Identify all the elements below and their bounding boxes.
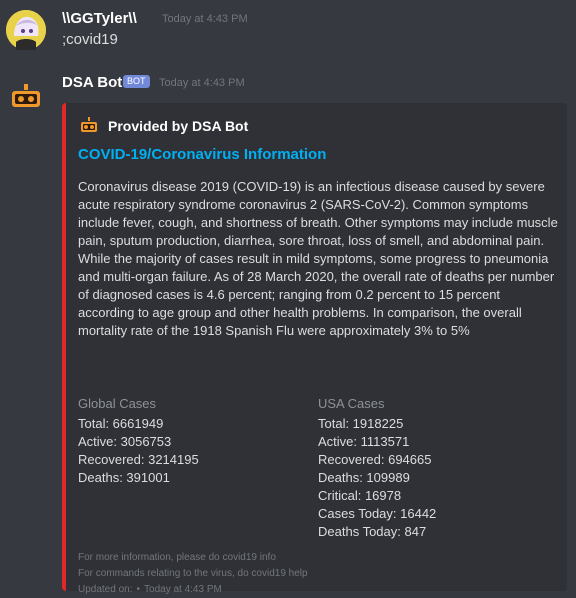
field-line: Recovered: 3214195 — [78, 452, 199, 467]
field-line: Total: 6661949 — [78, 416, 164, 431]
field-line: Critical: 16978 — [318, 488, 402, 503]
field-value: Total: 6661949 Active: 3056753 Recovered… — [78, 415, 308, 487]
message-user: \\GGTyler\\ Today at 4:43 PM ;covid19 — [0, 0, 576, 70]
field-line: Active: 3056753 — [78, 434, 172, 449]
timestamp-bot: Today at 4:43 PM — [159, 77, 245, 89]
field-line: Deaths Today: 847 — [318, 524, 427, 539]
embed-footer: For more information, please do covid19 … — [78, 550, 308, 598]
field-line: Deaths: 109989 — [318, 470, 410, 485]
field-line: Total: 1918225 — [318, 416, 404, 431]
embed-title-link[interactable]: COVID-19/Coronavirus Information — [78, 146, 326, 163]
username-bot[interactable]: DSA Bot — [62, 74, 122, 91]
robot-icon — [81, 117, 97, 132]
user-avatar[interactable] — [6, 10, 46, 50]
field-global-cases: Global Cases Total: 6661949 Active: 3056… — [78, 396, 308, 487]
footer-timestamp: Today at 4:43 PM — [144, 584, 222, 595]
footer-line: For commands relating to the virus, do c… — [78, 568, 308, 579]
embed-author-name: Provided by DSA Bot — [108, 118, 249, 134]
embed: Provided by DSA Bot COVID-19/Coronavirus… — [62, 103, 567, 595]
field-line: Recovered: 694665 — [318, 452, 432, 467]
embed-description: Coronavirus disease 2019 (COVID-19) is a… — [78, 179, 562, 338]
username-user[interactable]: \\GGTyler\\ — [62, 10, 137, 27]
message-content: ;covid19 — [62, 31, 118, 48]
bot-badge: BOT — [123, 75, 150, 88]
footer-updated: Updated on: • Today at 4:43 PM — [78, 582, 308, 598]
bot-avatar[interactable] — [6, 78, 46, 118]
field-line: Deaths: 391001 — [78, 470, 170, 485]
footer-updated-label: Updated on: — [78, 584, 133, 595]
embed-author: Provided by DSA Bot — [80, 116, 248, 136]
field-name: USA Cases — [318, 396, 385, 411]
footer-line: For more information, please do covid19 … — [78, 552, 276, 563]
field-line: Cases Today: 16442 — [318, 506, 437, 521]
robot-icon — [12, 84, 40, 107]
footer-separator: • — [136, 584, 141, 595]
timestamp-user: Today at 4:43 PM — [162, 13, 248, 25]
field-line: Active: 1113571 — [318, 434, 410, 449]
field-value: Total: 1918225 Active: 1113571 Recovered… — [318, 415, 548, 541]
field-usa-cases: USA Cases Total: 1918225 Active: 1113571… — [318, 396, 548, 541]
anime-character-avatar-icon — [6, 10, 46, 50]
field-name: Global Cases — [78, 396, 157, 411]
message-bot: DSA Bot BOT Today at 4:43 PM Provided by… — [0, 70, 576, 595]
